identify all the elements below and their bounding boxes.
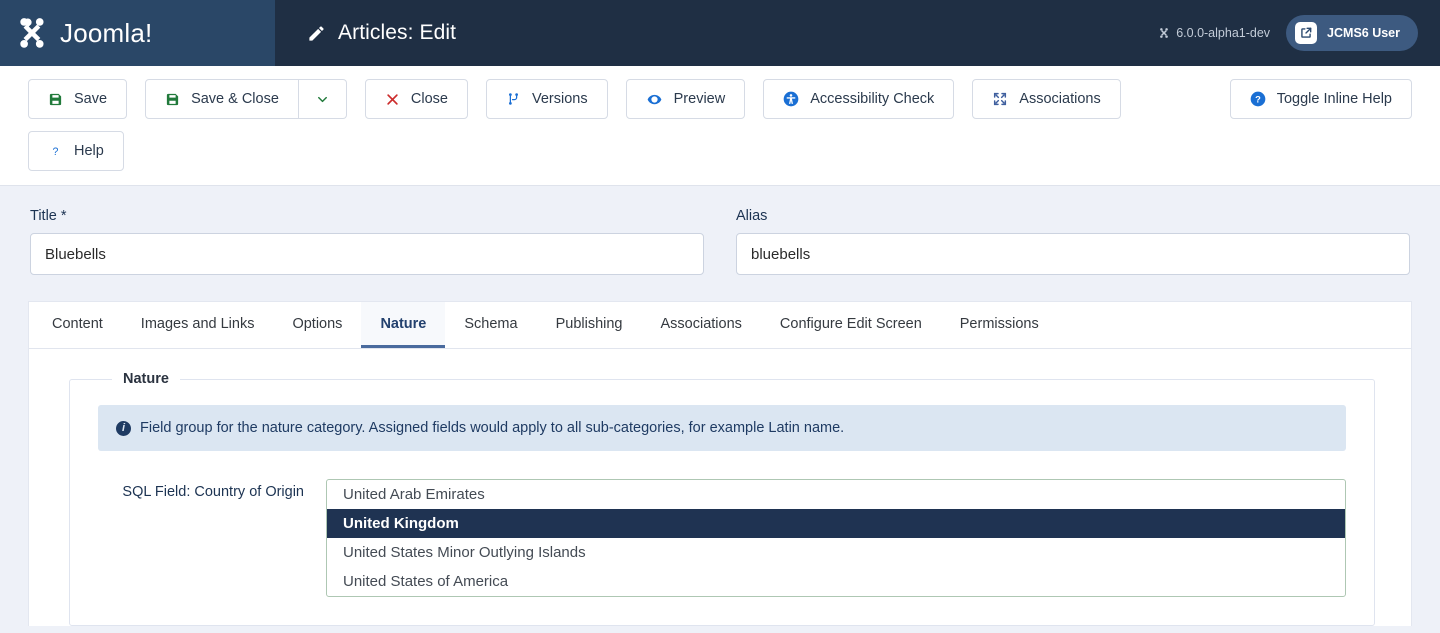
sql-field-label: SQL Field: Country of Origin <box>98 479 326 500</box>
save-and-close-button[interactable]: Save & Close <box>145 79 299 119</box>
associations-button-label: Associations <box>1019 91 1100 107</box>
save-and-close-split-button: Save & Close <box>145 79 347 119</box>
page-title-block: Articles: Edit <box>275 0 1158 66</box>
listbox-option[interactable]: United Arab Emirates <box>327 480 1345 509</box>
chevron-down-icon <box>315 92 330 107</box>
svg-text:?: ? <box>53 146 59 158</box>
close-x-icon <box>385 92 400 107</box>
sql-field-control-row: SQL Field: Country of Origin United Arab… <box>98 479 1346 597</box>
toggle-inline-help-button[interactable]: ? Toggle Inline Help <box>1230 79 1412 119</box>
editor-toolbar: Save Save & Close <box>0 66 1440 186</box>
title-field-group: Title * <box>30 208 704 275</box>
save-floppy-icon <box>165 92 180 107</box>
save-button-label: Save <box>74 91 107 107</box>
field-group-description-alert: i Field group for the nature category. A… <box>98 405 1346 451</box>
alias-input[interactable] <box>736 233 1410 275</box>
help-button-label: Help <box>74 143 104 159</box>
alert-message: Field group for the nature category. Ass… <box>140 420 844 436</box>
edit-tab-panel: Content Images and Links Options Nature … <box>28 301 1412 626</box>
user-name-label: JCMS6 User <box>1327 26 1400 40</box>
tab-content[interactable]: Content <box>33 302 122 348</box>
page-title: Articles: Edit <box>338 21 456 45</box>
question-mark-icon: ? <box>48 143 63 159</box>
close-button-label: Close <box>411 91 448 107</box>
listbox-option[interactable]: United States Minor Outlying Islands <box>327 538 1345 567</box>
title-label: Title * <box>30 208 704 224</box>
title-input[interactable] <box>30 233 704 275</box>
header-right-group: 6.0.0-alpha1-dev JCMS6 User <box>1158 0 1440 66</box>
tab-publishing[interactable]: Publishing <box>537 302 642 348</box>
help-button[interactable]: ? Help <box>28 131 124 171</box>
admin-header: Joomla! Articles: Edit 6.0.0-alpha1-dev <box>0 0 1440 66</box>
save-floppy-icon <box>48 92 63 107</box>
save-and-close-label: Save & Close <box>191 91 279 107</box>
code-branch-icon <box>506 91 521 107</box>
save-options-dropdown-button[interactable] <box>299 79 347 119</box>
alias-label: Alias <box>736 208 1410 224</box>
brand-name: Joomla! <box>60 18 152 49</box>
accessibility-check-label: Accessibility Check <box>810 91 934 107</box>
listbox-option-selected[interactable]: United Kingdom <box>327 509 1345 538</box>
required-marker: * <box>61 208 67 224</box>
question-circle-icon: ? <box>1250 91 1266 107</box>
info-circle-icon: i <box>116 421 131 436</box>
tab-permissions[interactable]: Permissions <box>941 302 1058 348</box>
universal-access-icon <box>783 91 799 107</box>
nature-fieldset: Nature i Field group for the nature cate… <box>69 371 1375 626</box>
external-link-icon <box>1295 22 1317 44</box>
brand-logo[interactable]: Joomla! <box>0 0 275 66</box>
associations-button[interactable]: Associations <box>972 79 1120 119</box>
preview-button[interactable]: Preview <box>626 79 746 119</box>
listbox-option[interactable]: United States of America <box>327 567 1345 596</box>
version-tag: 6.0.0-alpha1-dev <box>1158 26 1270 40</box>
title-label-text: Title <box>30 208 57 224</box>
version-label: 6.0.0-alpha1-dev <box>1176 26 1270 40</box>
nature-fieldset-legend: Nature <box>112 371 180 387</box>
pencil-icon <box>307 24 326 43</box>
versions-button-label: Versions <box>532 91 588 107</box>
tab-images-and-links[interactable]: Images and Links <box>122 302 274 348</box>
svg-text:?: ? <box>1255 94 1261 104</box>
tab-configure-edit-screen[interactable]: Configure Edit Screen <box>761 302 941 348</box>
tab-schema[interactable]: Schema <box>445 302 536 348</box>
title-alias-row: Title * Alias <box>0 186 1440 285</box>
eye-icon <box>646 92 663 107</box>
tab-bar: Content Images and Links Options Nature … <box>29 302 1411 349</box>
alias-field-group: Alias <box>736 208 1410 275</box>
versions-button[interactable]: Versions <box>486 79 608 119</box>
toggle-inline-help-label: Toggle Inline Help <box>1277 91 1392 107</box>
tab-nature[interactable]: Nature <box>361 302 445 348</box>
joomla-logo-icon <box>14 15 50 51</box>
country-of-origin-listbox[interactable]: United Arab Emirates United Kingdom Unit… <box>326 479 1346 597</box>
accessibility-check-button[interactable]: Accessibility Check <box>763 79 954 119</box>
compress-arrows-icon <box>992 91 1008 107</box>
user-menu-button[interactable]: JCMS6 User <box>1286 15 1418 51</box>
tab-options[interactable]: Options <box>273 302 361 348</box>
tab-associations[interactable]: Associations <box>642 302 761 348</box>
save-button[interactable]: Save <box>28 79 127 119</box>
preview-button-label: Preview <box>674 91 726 107</box>
close-button[interactable]: Close <box>365 79 468 119</box>
joomla-mark-icon <box>1158 27 1170 39</box>
